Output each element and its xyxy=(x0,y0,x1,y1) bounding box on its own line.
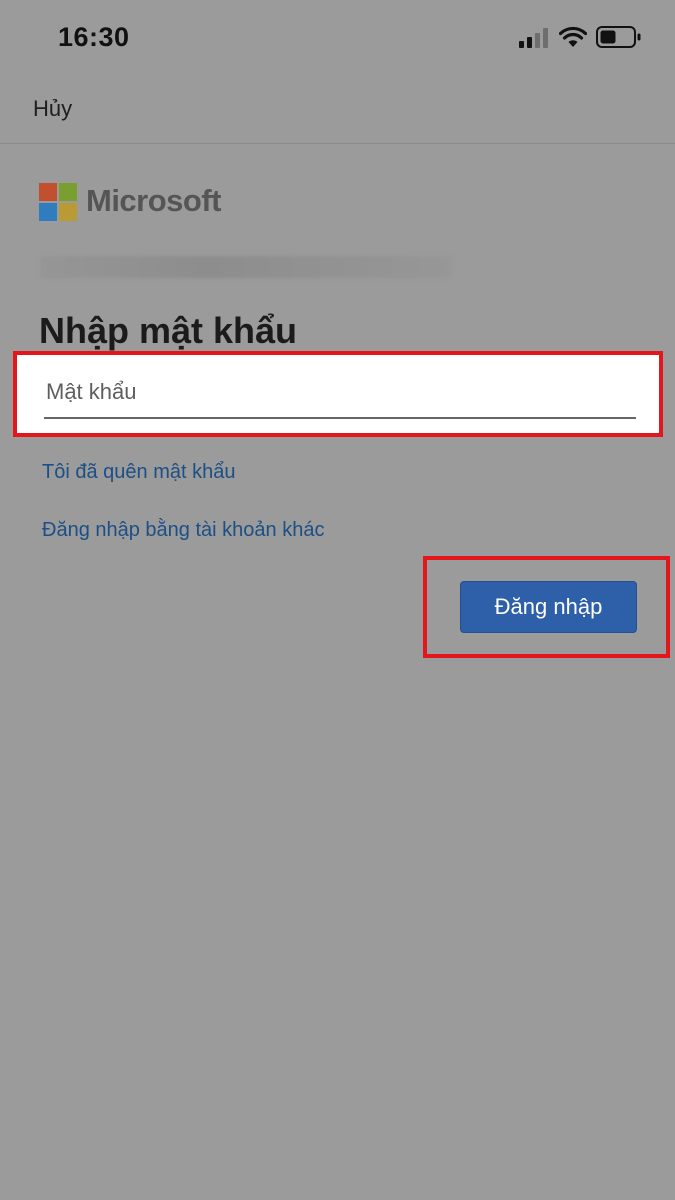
sign-in-highlight-box: Đăng nhập xyxy=(423,556,670,658)
wifi-icon xyxy=(559,26,587,47)
account-email-redacted xyxy=(40,256,452,278)
battery-icon xyxy=(596,26,641,48)
status-bar: 16:30 xyxy=(0,0,675,72)
signal-icon xyxy=(519,28,548,48)
forgot-password-link[interactable]: Tôi đã quên mật khẩu xyxy=(42,461,235,484)
page-title: Nhập mật khẩu xyxy=(39,310,298,351)
nav-bar: Hủy xyxy=(0,72,675,144)
status-time: 16:30 xyxy=(58,22,130,52)
password-highlight-box xyxy=(13,351,663,437)
microsoft-logo-icon xyxy=(39,183,77,221)
brand-name: Microsoft xyxy=(86,183,222,218)
cancel-button[interactable]: Hủy xyxy=(33,96,72,122)
password-input[interactable] xyxy=(44,373,636,419)
sign-in-button[interactable]: Đăng nhập xyxy=(460,581,637,633)
sign-in-other-account-link[interactable]: Đăng nhập bằng tài khoản khác xyxy=(42,519,324,542)
sign-in-screen: 16:30 Hủy Microsoft Nhập mật khẩu Tôi đã… xyxy=(0,0,675,1200)
